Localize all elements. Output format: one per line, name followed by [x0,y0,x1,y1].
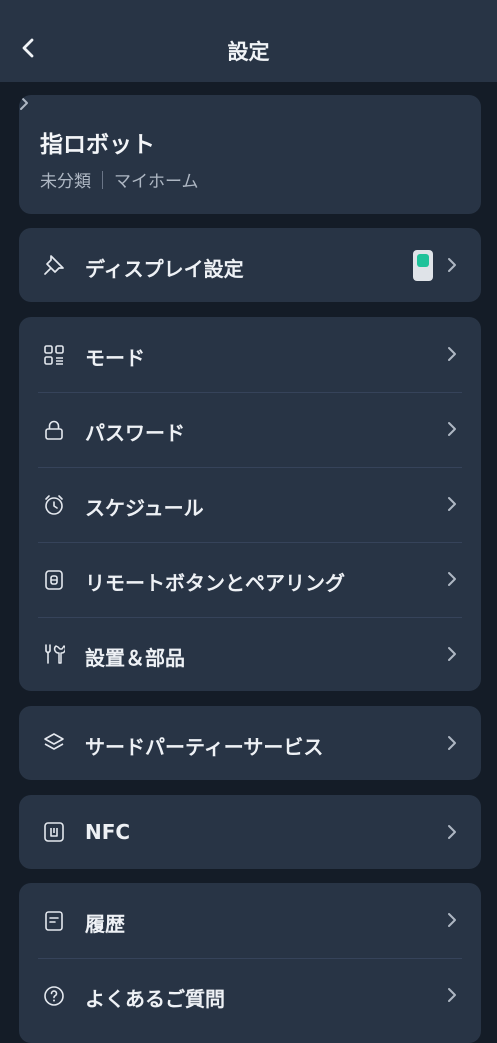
list-item-label: よくあるご質問 [85,987,225,1011]
chevron-right-icon [445,736,459,750]
list-item-faq[interactable]: よくあるご質問 [19,958,481,1033]
list-item-label: サードパーティーサービス [85,735,324,759]
nfc-icon [43,821,65,843]
chevron-right-icon [19,95,481,111]
chevron-right-icon [445,497,459,511]
tools-icon [43,643,65,665]
list-item-nfc[interactable]: NFC [19,795,481,869]
chevron-right-icon [445,258,459,272]
remote-button-icon [43,569,65,591]
chevron-right-icon [445,347,459,361]
separator [102,170,103,189]
list-item-label: 履歴 [85,912,125,936]
list-item-installation-parts[interactable]: 設置＆部品 [19,617,481,691]
list-item-label: モード [85,346,145,370]
help-circle-icon [43,985,65,1007]
list-item-schedule[interactable]: スケジュール [19,467,481,542]
pin-icon [43,254,65,276]
document-icon [43,910,65,932]
device-home: マイホーム [114,172,199,192]
alarm-clock-icon [43,494,65,516]
top-app-bar: 設定 [0,0,497,82]
third-party-card: サードパーティーサービス [19,706,481,780]
chevron-right-icon [445,422,459,436]
chevron-right-icon [445,647,459,661]
display-settings-card: ディスプレイ設定 [19,228,481,302]
list-item-third-party[interactable]: サードパーティーサービス [19,706,481,780]
grid-list-icon [43,344,65,366]
device-name: 指ロボット [40,132,155,158]
list-item-label: 設置＆部品 [85,646,185,670]
display-preview-icon [413,250,433,281]
device-location: 未分類 マイホーム [40,167,199,192]
device-category: 未分類 [40,172,91,192]
main-settings-group: モード パスワード スケジュール リモートボタンとペアリング 設置＆部品 [19,317,481,691]
list-item-label: スケジュール [85,496,204,520]
display-settings-row[interactable]: ディスプレイ設定 [19,228,481,302]
list-item-password[interactable]: パスワード [19,392,481,467]
chevron-right-icon [445,572,459,586]
chevron-right-icon [445,825,459,839]
list-item-remote-pairing[interactable]: リモートボタンとペアリング [19,542,481,617]
page-title: 設定 [227,40,270,64]
list-item-history[interactable]: 履歴 [19,883,481,958]
list-item-mode[interactable]: モード [19,317,481,392]
layers-icon [43,732,65,754]
lock-icon [43,419,65,441]
list-item-label: リモートボタンとペアリング [85,571,345,595]
list-item-label: NFC [85,820,131,844]
nfc-card: NFC [19,795,481,869]
chevron-right-icon [445,988,459,1002]
device-card[interactable]: 指ロボット 未分類 マイホーム [19,95,481,214]
display-settings-label: ディスプレイ設定 [85,257,244,281]
bottom-settings-group: 履歴 よくあるご質問 [19,883,481,1043]
list-item-label: パスワード [85,421,185,445]
chevron-right-icon [445,913,459,927]
